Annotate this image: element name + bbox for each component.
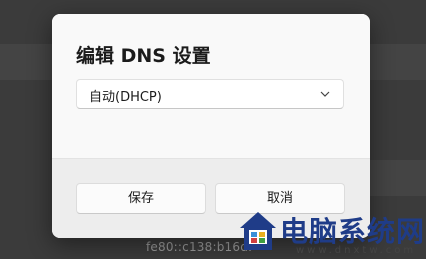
dns-mode-selected-value: 自动(DHCP) — [89, 90, 162, 105]
save-button[interactable]: 保存 — [76, 183, 206, 214]
dns-mode-dropdown[interactable]: 自动(DHCP) — [76, 79, 344, 109]
watermark-brand-text: 电脑系统网 — [280, 215, 426, 248]
background-panel-left — [0, 44, 52, 80]
watermark-domain-text: www.dnxtw.com — [296, 245, 417, 256]
background-panel-right-lower — [370, 160, 426, 196]
background-panel-right — [370, 44, 426, 80]
dialog-title: 编辑 DNS 设置 — [76, 45, 211, 67]
house-logo-icon — [240, 212, 276, 250]
chevron-down-icon — [320, 91, 330, 97]
watermark: 电脑系统网 www.dnxtw.com — [238, 208, 426, 259]
edit-dns-dialog: 编辑 DNS 设置 自动(DHCP) 保存 取消 — [52, 14, 370, 238]
background-ipv6-address: fe80::c138:b16d: — [146, 240, 253, 254]
